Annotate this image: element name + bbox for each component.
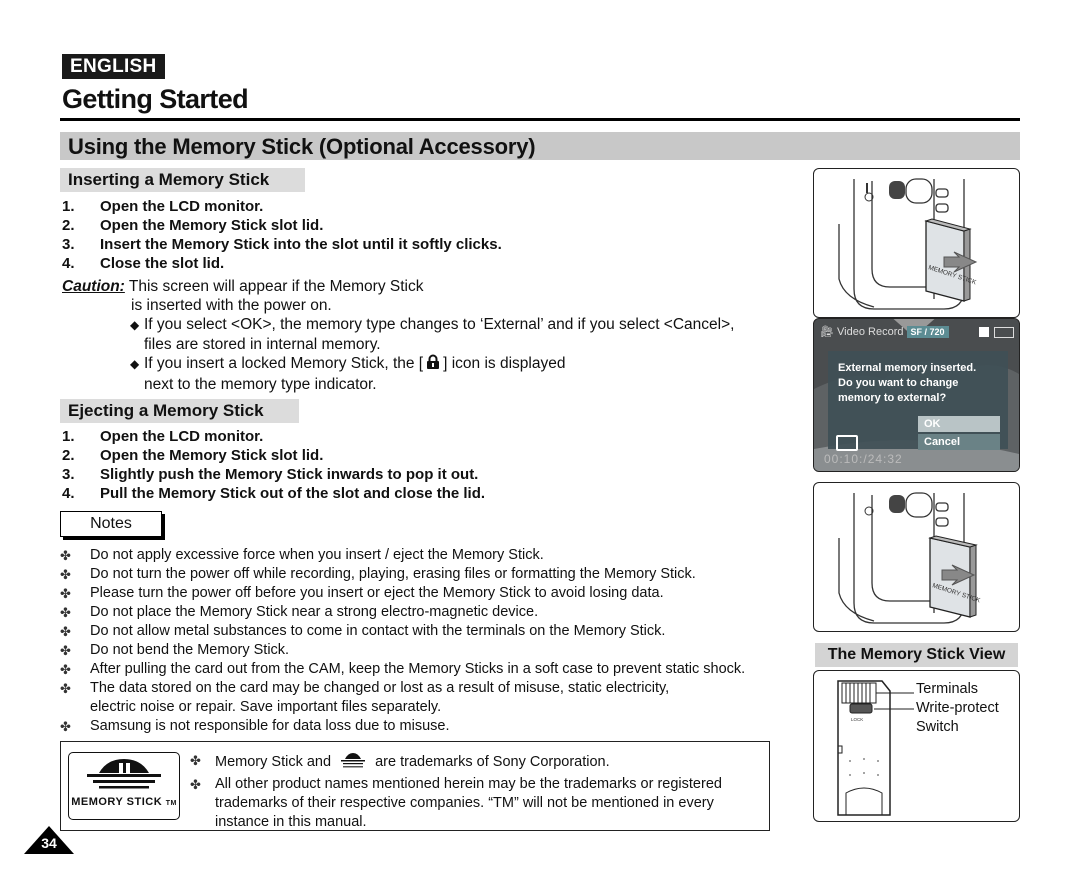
clover-bullet-icon: ✤ xyxy=(190,753,201,768)
write-protect-label: Write-protect xyxy=(916,700,999,716)
trademark-item: ✤ All other product names mentioned herei… xyxy=(190,776,722,792)
clover-bullet-icon: ✤ xyxy=(60,643,71,658)
stick-view-illustration: LOCK Terminals Write-protect Switch xyxy=(813,670,1020,822)
lcd-status-bar: 🎥︎ Video Record SF / 720 xyxy=(820,325,949,338)
diamond-bullet-icon: ◆ xyxy=(130,318,140,332)
card-icon xyxy=(836,435,858,451)
bullet-item: ◆ If you insert a locked Memory Stick, th… xyxy=(130,354,780,375)
notes-list: ✤ Do not apply excessive force when you i… xyxy=(60,546,780,736)
ejecting-steps: 1. Open the LCD monitor. 2. Open the Memor… xyxy=(62,427,485,503)
clover-bullet-icon: ✤ xyxy=(60,586,71,601)
memory-type-icon xyxy=(979,327,989,337)
terminals-label: Terminals xyxy=(916,681,979,697)
camcorder-insert-icon: MEMORY STICK xyxy=(838,178,978,310)
inserting-steps: 1. Open the LCD monitor. 2. Open the Memor… xyxy=(62,197,502,273)
diamond-bullet-icon: ◆ xyxy=(130,357,140,371)
note-item: ✤ Do not allow metal substances to come i… xyxy=(60,623,666,639)
timecode: 00:10:/24:32 xyxy=(824,452,903,466)
notes-label: Notes xyxy=(60,511,162,537)
bullet-item: ◆ If you select <OK>, the memory type cha… xyxy=(130,316,735,333)
clover-bullet-icon: ✤ xyxy=(60,605,71,620)
quality-tag: SF / 720 xyxy=(906,326,949,338)
trademark-text: ✤ Memory Stick and are trademarks of Sony… xyxy=(190,751,760,832)
stick-view-heading: The Memory Stick View xyxy=(815,643,1018,667)
section-title: Using the Memory Stick (Optional Accesso… xyxy=(68,134,536,159)
step-item: 1. Open the LCD monitor. xyxy=(62,428,264,445)
memory-stick-logo-icon xyxy=(87,759,161,789)
step-item: 4. Pull the Memory Stick out of the slot … xyxy=(62,485,486,502)
step-item: 4. Close the slot lid. xyxy=(62,255,225,272)
cancel-button[interactable]: Cancel xyxy=(918,434,1000,450)
caution-label: Caution: xyxy=(62,278,125,295)
eject-illustration: MEMORY STICK xyxy=(813,482,1020,632)
clover-bullet-icon: ✤ xyxy=(60,567,71,582)
battery-icon xyxy=(994,327,1014,338)
clover-bullet-icon: ✤ xyxy=(190,777,201,792)
memory-dialog: External memory inserted. Do you want to… xyxy=(828,351,1008,451)
note-item: ✤ Do not turn the power off while recordi… xyxy=(60,566,696,582)
step-item: 2. Open the Memory Stick slot lid. xyxy=(62,217,324,234)
clover-bullet-icon: ✤ xyxy=(60,719,71,734)
lcd-dialog-screen: 🎥︎ Video Record SF / 720 External memory… xyxy=(813,318,1020,472)
lock-icon xyxy=(425,354,441,375)
insert-illustration: MEMORY STICK xyxy=(813,168,1020,318)
camcorder-eject-icon: MEMORY STICK xyxy=(838,492,982,624)
page-number: 34 xyxy=(24,826,74,854)
memory-stick-logo: MEMORY STICK TM xyxy=(68,752,180,820)
step-item: 2. Open the Memory Stick slot lid. xyxy=(62,447,324,464)
clover-bullet-icon: ✤ xyxy=(60,662,71,677)
step-item: 1. Open the LCD monitor. xyxy=(62,198,264,215)
chapter-title: Getting Started xyxy=(62,84,249,114)
language-badge: ENGLISH xyxy=(62,54,165,79)
trademark-item: ✤ Memory Stick and are trademarks of Sony… xyxy=(190,751,760,775)
camera-mode-icon: 🎥︎ xyxy=(820,326,834,338)
chapter-divider xyxy=(60,118,1020,121)
clover-bullet-icon: ✤ xyxy=(60,681,71,696)
note-item: ✤ Do not bend the Memory Stick. xyxy=(60,642,290,658)
note-item: ✤ The data stored on the card may be chan… xyxy=(60,680,670,696)
switch-label: Switch xyxy=(916,719,959,735)
inserting-heading: Inserting a Memory Stick xyxy=(60,168,305,192)
caution-note: Caution: This screen will appear if the … xyxy=(62,278,424,314)
ok-button[interactable]: OK xyxy=(918,416,1000,432)
clover-bullet-icon: ✤ xyxy=(60,548,71,563)
note-item: ✤ Do not place the Memory Stick near a st… xyxy=(60,604,539,620)
svg-text:LOCK: LOCK xyxy=(851,717,863,722)
step-item: 3. Slightly push the Memory Stick inwards… xyxy=(62,466,479,483)
note-item: ✤ Please turn the power off before you in… xyxy=(60,585,664,601)
memory-stick-mini-logo-icon xyxy=(335,751,371,775)
note-item: ✤ Samsung is not responsible for data los… xyxy=(60,718,450,734)
clover-bullet-icon: ✤ xyxy=(60,624,71,639)
caution-bullets: ◆ If you select <OK>, the memory type cha… xyxy=(130,315,780,394)
note-item: ✤ After pulling the card out from the CAM… xyxy=(60,661,746,677)
ejecting-heading: Ejecting a Memory Stick xyxy=(60,399,299,423)
dialog-message: External memory inserted. Do you want to… xyxy=(838,362,977,404)
note-item: ✤ Do not apply excessive force when you i… xyxy=(60,547,544,563)
step-item: 3. Insert the Memory Stick into the slot … xyxy=(62,236,502,253)
